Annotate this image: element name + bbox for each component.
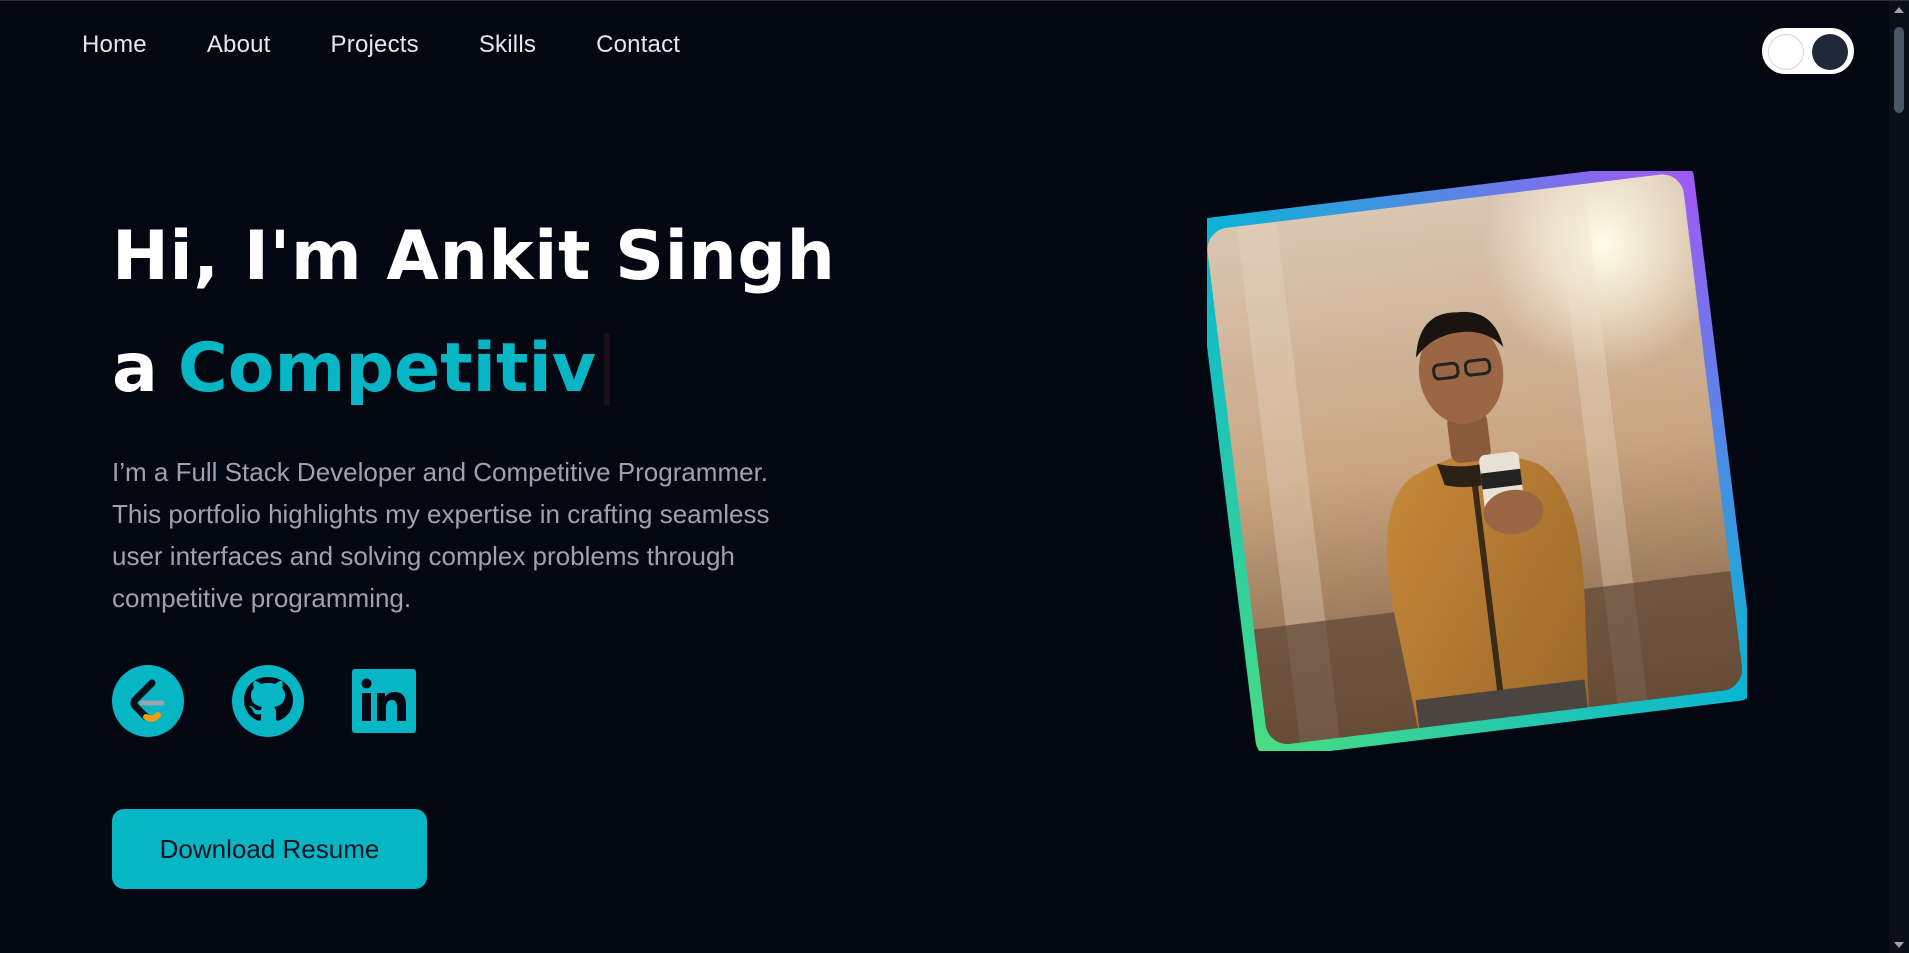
hero-role-line: a Competitiv <box>112 329 611 408</box>
hero-role-prefix: a <box>112 329 158 408</box>
profile-photo <box>1193 160 1756 758</box>
nav-home-link[interactable]: Home <box>82 31 147 59</box>
nav-contact-link[interactable]: Contact <box>596 31 680 59</box>
typing-cursor <box>604 333 611 405</box>
social-links <box>112 665 464 741</box>
theme-toggle[interactable] <box>1762 28 1854 74</box>
leetcode-icon[interactable] <box>112 665 184 741</box>
download-resume-button[interactable]: Download Resume <box>112 809 427 889</box>
scroll-up-icon[interactable] <box>1894 7 1904 13</box>
hero-greeting: Hi, I'm Ankit Singh <box>112 217 836 296</box>
hero-role-typed: Competitiv <box>177 329 597 408</box>
nav-about-link[interactable]: About <box>207 31 271 59</box>
light-mode-knob <box>1768 34 1804 70</box>
dark-mode-knob <box>1812 34 1848 70</box>
github-icon[interactable] <box>232 665 304 741</box>
nav-projects-link[interactable]: Projects <box>331 31 419 59</box>
scroll-thumb[interactable] <box>1894 27 1904 113</box>
linkedin-icon[interactable] <box>352 669 416 737</box>
scroll-down-icon[interactable] <box>1894 942 1904 948</box>
hero-intro: I’m a Full Stack Developer and Competiti… <box>112 457 770 613</box>
nav-skills-link[interactable]: Skills <box>479 31 536 59</box>
main-nav: Home About Projects Skills Contact <box>82 31 740 59</box>
profile-photo-frame <box>1193 160 1756 758</box>
vertical-scrollbar[interactable] <box>1889 1 1909 953</box>
portfolio-page: Home About Projects Skills Contact Hi, I… <box>0 0 1909 953</box>
